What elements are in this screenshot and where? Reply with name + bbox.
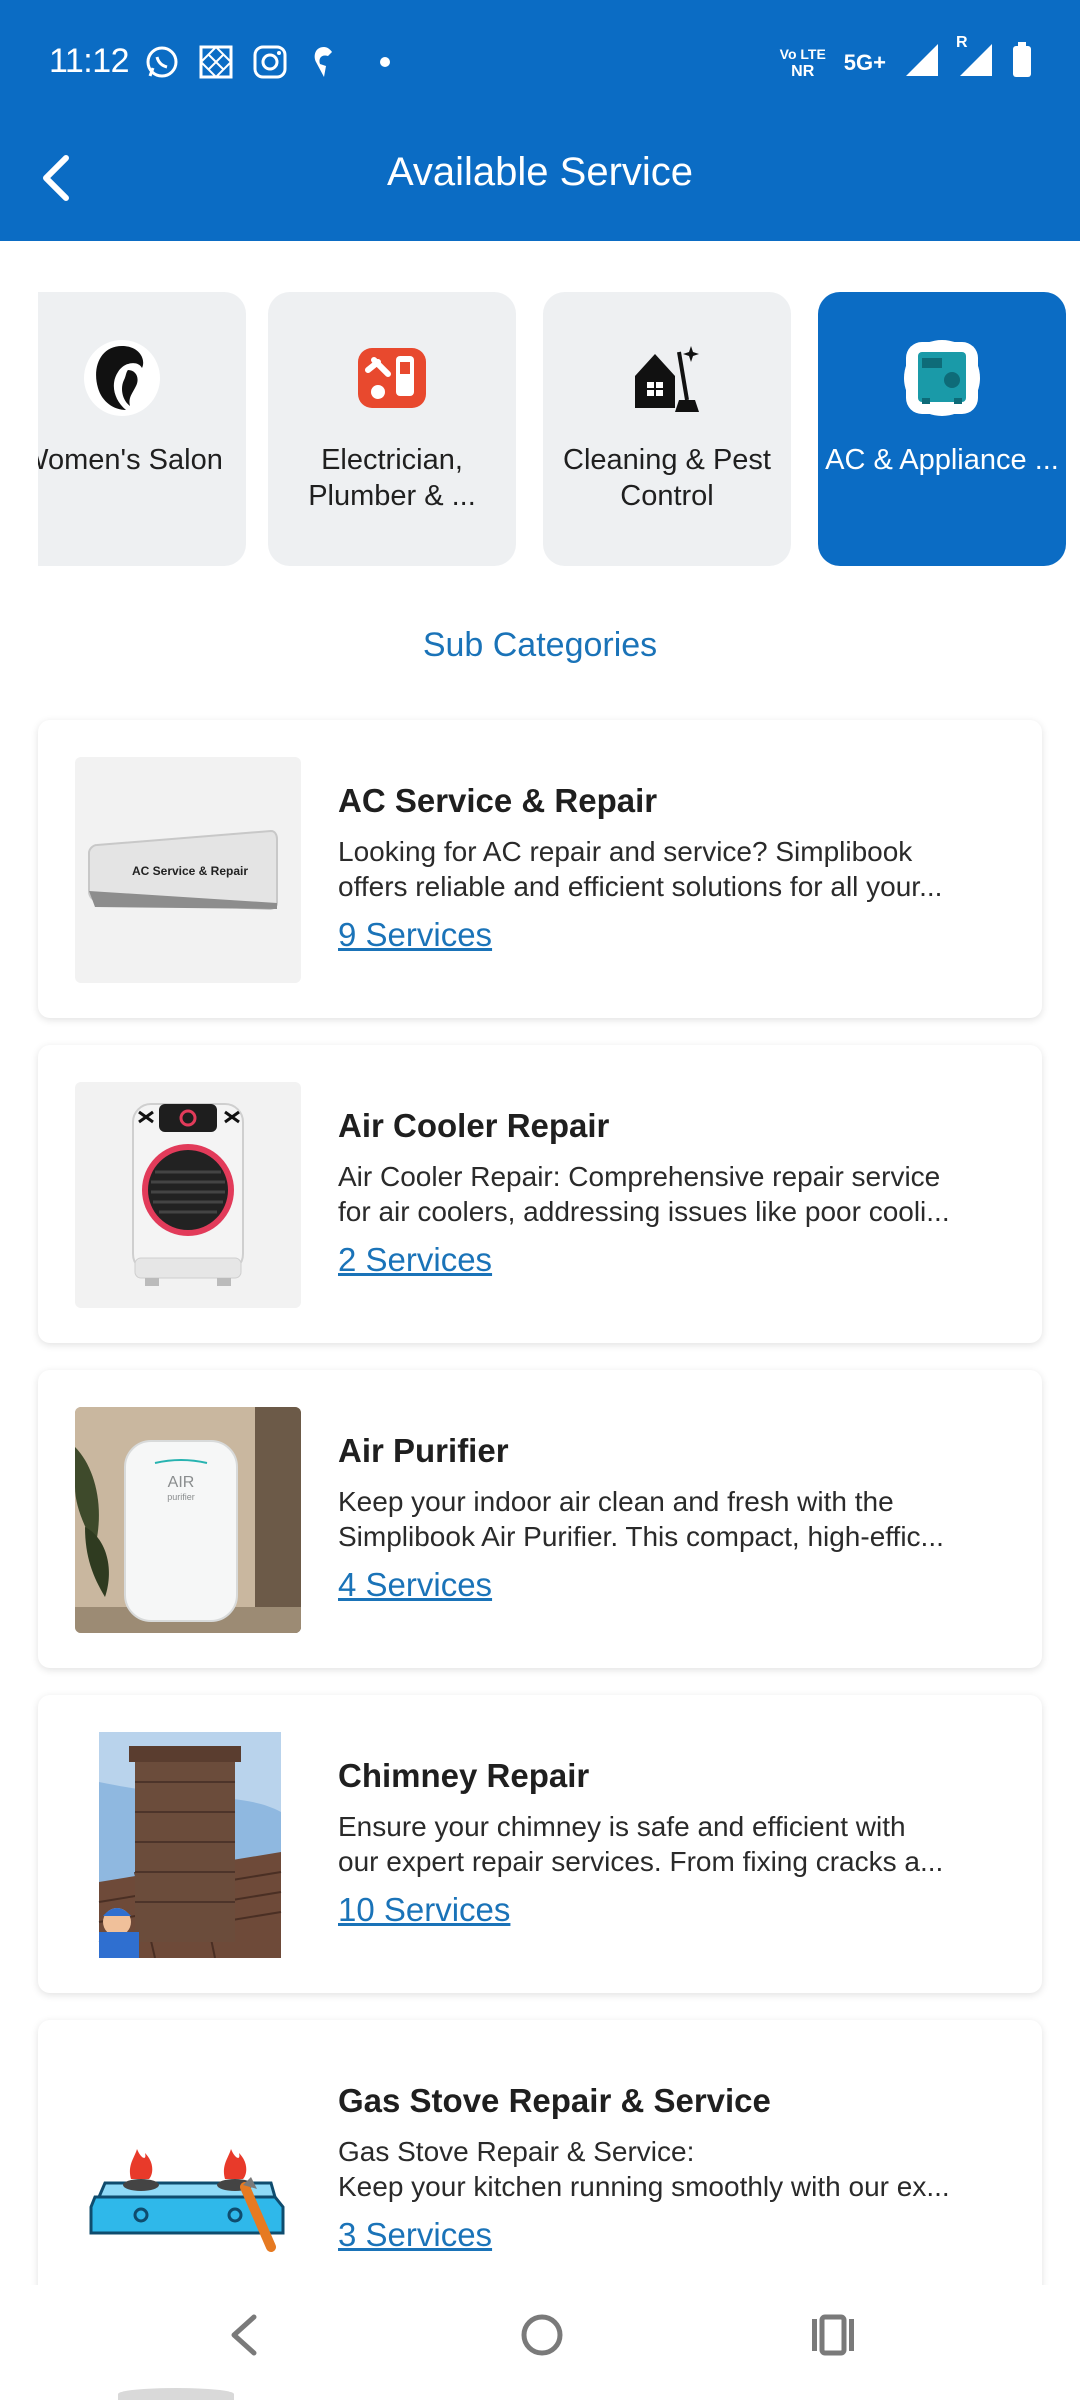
- chimney-image: [75, 1732, 301, 1958]
- tools-icon: [354, 340, 430, 416]
- service-title: Air Cooler Repair: [338, 1107, 610, 1144]
- swiggy-icon: [306, 44, 342, 80]
- ac-image-caption: AC Service & Repair: [132, 864, 248, 878]
- category-card-womens-salon[interactable]: Women's Salon: [38, 292, 246, 566]
- subcategories-heading: Sub Categories: [422, 626, 658, 664]
- services-count-link[interactable]: 9 Services: [338, 916, 492, 954]
- nav-back-button[interactable]: [218, 2307, 268, 2368]
- volte-indicator: Vo LTE NR: [779, 45, 826, 80]
- scroll-peek-shape: [118, 2388, 234, 2400]
- air-cooler-image: [75, 1082, 301, 1308]
- page-title: Available Service: [386, 150, 694, 194]
- nav-recents-button[interactable]: [808, 2307, 858, 2368]
- whatsapp-icon: [144, 44, 180, 80]
- grid-app-icon: [198, 44, 234, 80]
- service-card-gas-stove-repair[interactable]: Gas Stove Repair & Service Gas Stove Rep…: [38, 2020, 1042, 2318]
- category-label: Cleaning & Pest Control: [563, 444, 771, 512]
- services-count-link[interactable]: 4 Services: [338, 1566, 492, 1604]
- ac-unit-image: AC Service & Repair: [75, 757, 301, 983]
- service-description: Ensure your chimney is safe and efficien…: [338, 1811, 944, 1877]
- service-title: Air Purifier: [338, 1432, 509, 1469]
- gas-stove-image: [75, 2057, 301, 2283]
- notification-icons: [144, 44, 390, 80]
- app-header: 11:12 Vo LTE NR 5G+ R Available Service: [0, 0, 1080, 241]
- nav-home-button[interactable]: [514, 2307, 570, 2368]
- service-card-ac-service-repair[interactable]: AC Service & Repair AC Service & Repair …: [38, 720, 1042, 1018]
- more-notifications-dot: [380, 57, 390, 67]
- woman-silhouette-icon: [84, 340, 160, 416]
- appliance-icon: [904, 340, 980, 416]
- category-card-cleaning-pest-control[interactable]: Cleaning & Pest Control: [543, 292, 791, 566]
- nav-back-icon: [231, 2314, 257, 2356]
- nav-home-icon: [521, 2314, 563, 2356]
- service-title: Chimney Repair: [338, 1757, 590, 1794]
- category-carousel[interactable]: Women's Salon Electrician, Plumber & ...: [38, 292, 1080, 568]
- purifier-caption-top: AIR: [168, 1474, 195, 1491]
- signal-roaming-icon: R: [956, 34, 994, 83]
- network-type: 5G+: [843, 49, 886, 75]
- services-count-link[interactable]: 2 Services: [338, 1241, 492, 1279]
- service-card-air-purifier[interactable]: AIR purifier Air Purifier Keep your indo…: [38, 1370, 1042, 1668]
- service-description: Gas Stove Repair & Service: Keep your ki…: [338, 2136, 950, 2202]
- signal-icon: [904, 42, 940, 83]
- status-bar: 11:12 Vo LTE NR 5G+ R: [0, 0, 1080, 124]
- service-title: AC Service & Repair: [338, 782, 658, 819]
- service-description: Keep your indoor air clean and fresh wit…: [338, 1486, 944, 1552]
- air-purifier-image: AIR purifier: [75, 1407, 301, 1633]
- service-card-air-cooler-repair[interactable]: Air Cooler Repair Air Cooler Repair: Com…: [38, 1045, 1042, 1343]
- category-card-ac-appliance[interactable]: AC & Appliance ...: [818, 292, 1066, 566]
- service-card-chimney-repair[interactable]: Chimney Repair Ensure your chimney is sa…: [38, 1695, 1042, 1993]
- battery-icon: [1012, 42, 1032, 83]
- system-navigation-bar: [0, 2285, 1080, 2400]
- services-count-link[interactable]: 3 Services: [338, 2216, 492, 2254]
- category-label: Electrician, Plumber & ...: [308, 444, 476, 512]
- purifier-caption-bottom: purifier: [167, 1492, 195, 1502]
- category-card-electrician-plumber[interactable]: Electrician, Plumber & ...: [268, 292, 516, 566]
- service-description: Air Cooler Repair: Comprehensive repair …: [338, 1161, 950, 1227]
- nav-recents-icon: [812, 2314, 854, 2356]
- instagram-icon: [252, 44, 288, 80]
- category-label: AC & Appliance ...: [825, 444, 1059, 476]
- status-time: 11:12: [49, 42, 130, 80]
- service-description: Looking for AC repair and service? Simpl…: [338, 836, 943, 902]
- category-label: Women's Salon: [38, 444, 223, 476]
- system-status: Vo LTE NR 5G+ R: [779, 34, 1032, 83]
- service-title: Gas Stove Repair & Service: [338, 2082, 771, 2119]
- services-count-link[interactable]: 10 Services: [338, 1891, 510, 1929]
- cleaning-house-icon: [629, 340, 705, 416]
